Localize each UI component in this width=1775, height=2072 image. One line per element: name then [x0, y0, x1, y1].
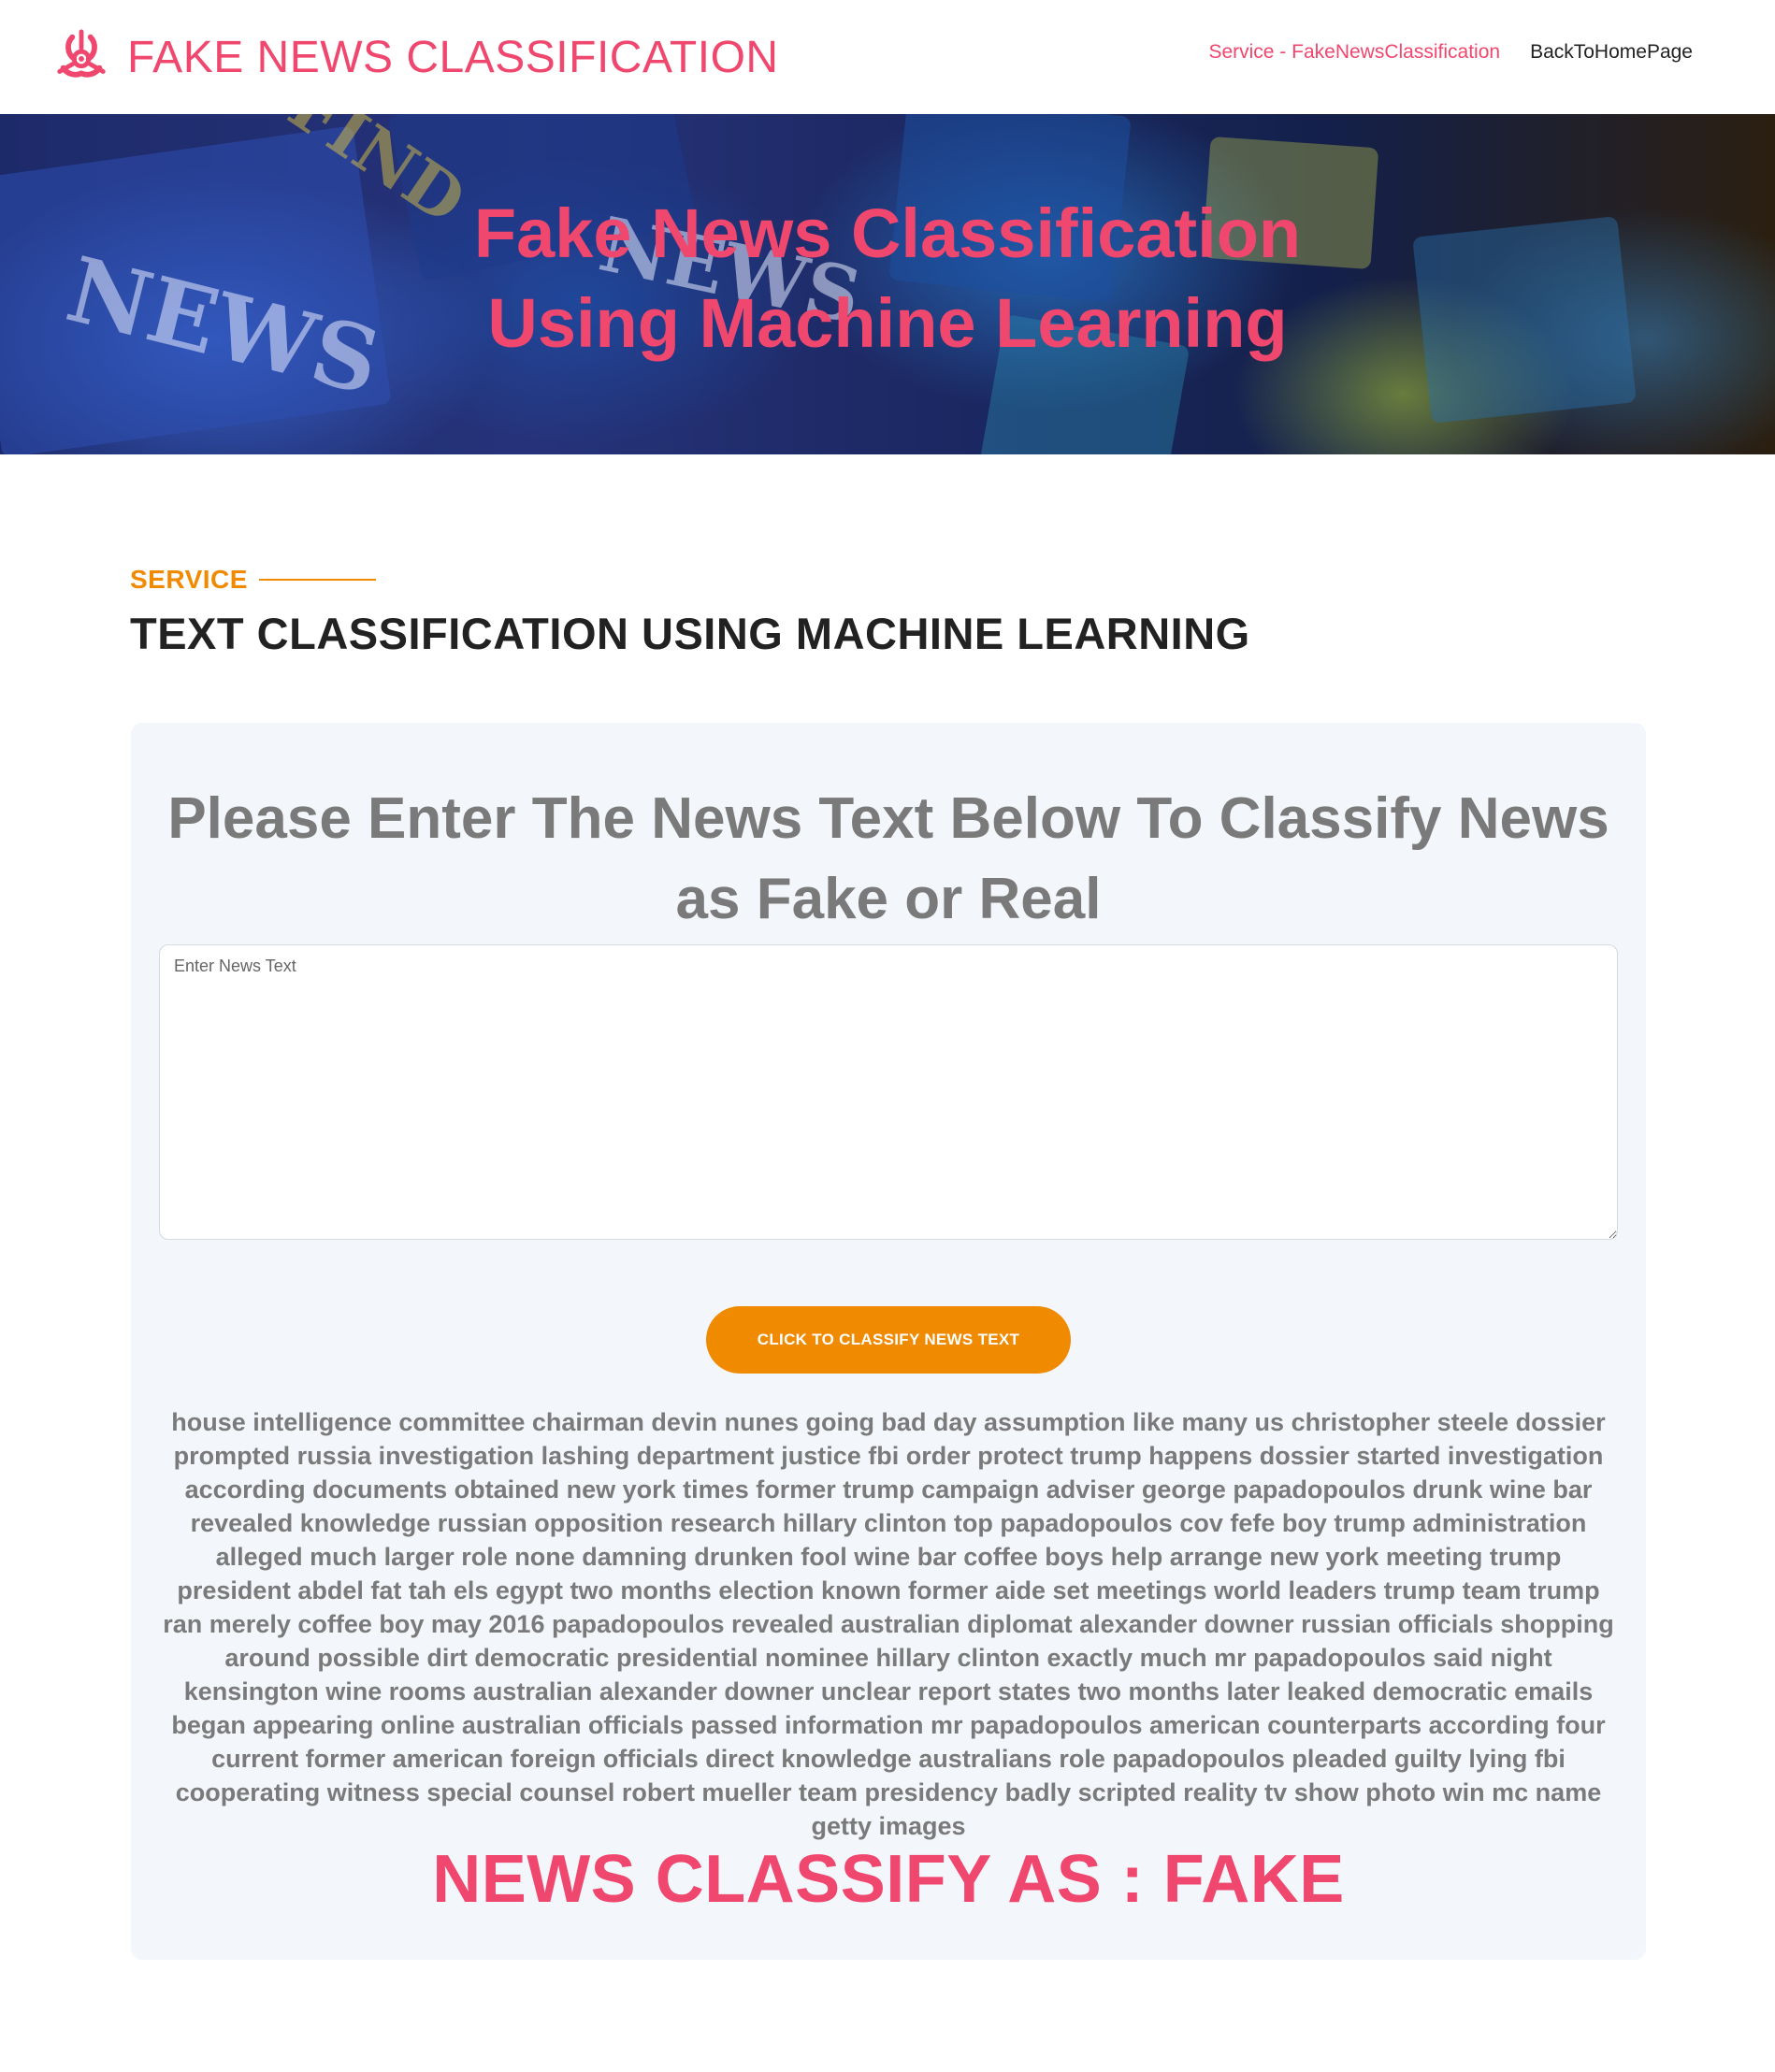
hero-title-line-1: Fake News Classification: [473, 194, 1302, 272]
form-prompt: Please Enter The News Text Below To Clas…: [167, 786, 1609, 931]
eyebrow-divider: [258, 579, 376, 581]
nav-link-home[interactable]: BackToHomePage: [1530, 41, 1693, 64]
section-eyebrow-label: SERVICE: [130, 565, 248, 594]
classify-button[interactable]: CLICK TO CLASSIFY NEWS TEXT: [706, 1306, 1071, 1374]
processed-news-text: house intelligence committee chairman de…: [163, 1408, 1614, 1840]
hero-title-line-2: Using Machine Learning: [487, 284, 1288, 362]
nav-link-service[interactable]: Service - FakeNewsClassification: [1208, 41, 1500, 64]
hero-banner: NEWS FIND NEWS Fake News Classification …: [0, 114, 1775, 454]
news-text-input[interactable]: [159, 944, 1618, 1240]
section-title: TEXT CLASSIFICATION USING MACHINE LEARNI…: [130, 609, 1250, 658]
classification-card: Please Enter The News Text Below To Clas…: [131, 723, 1646, 1960]
main-nav: Service - FakeNewsClassification BackToH…: [1208, 41, 1693, 64]
top-navbar: FAKE NEWS CLASSIFICATION Service - FakeN…: [0, 0, 1775, 114]
classification-verdict: NEWS CLASSIFY AS : FAKE: [432, 1842, 1345, 1917]
section-eyebrow: SERVICE: [130, 565, 376, 595]
hero-title: Fake News Classification Using Machine L…: [0, 189, 1775, 368]
biohazard-icon: [57, 29, 106, 78]
brand-logo[interactable]: FAKE NEWS CLASSIFICATION: [52, 28, 779, 86]
brand-title: FAKE NEWS CLASSIFICATION: [127, 32, 779, 82]
